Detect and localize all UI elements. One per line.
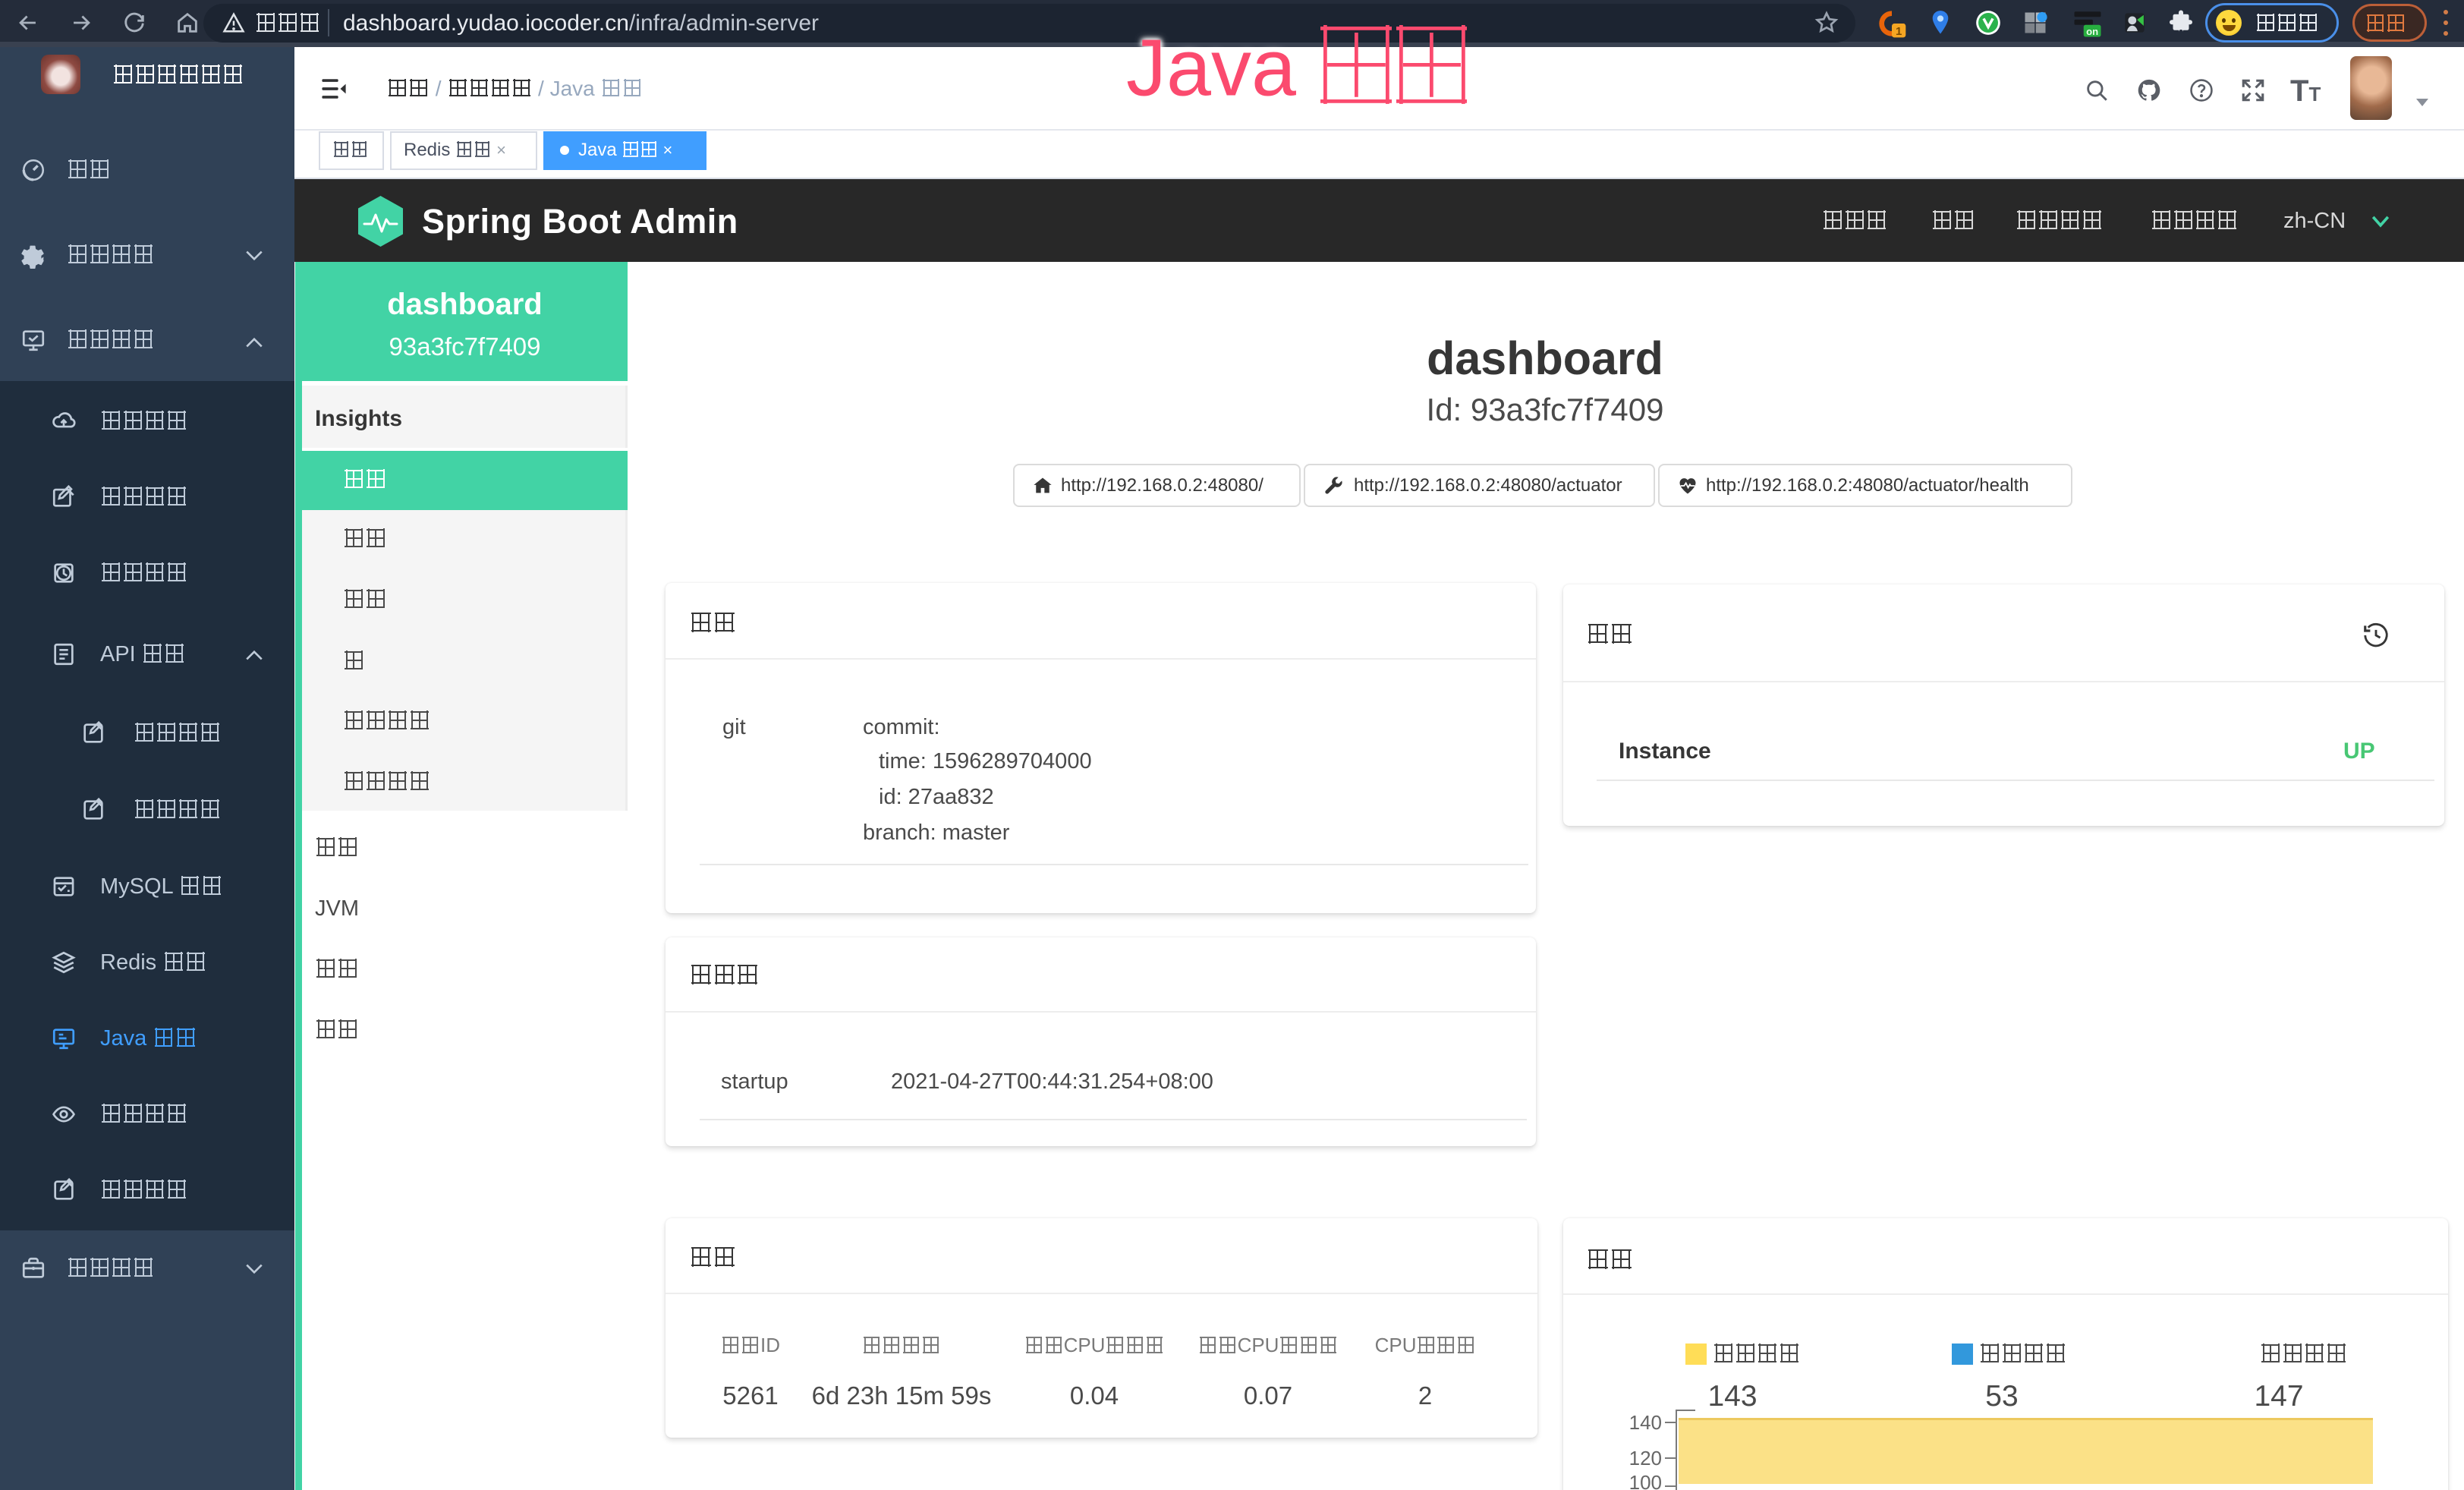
svg-text:on: on [2086, 26, 2098, 37]
svg-text:1: 1 [1896, 25, 1902, 38]
